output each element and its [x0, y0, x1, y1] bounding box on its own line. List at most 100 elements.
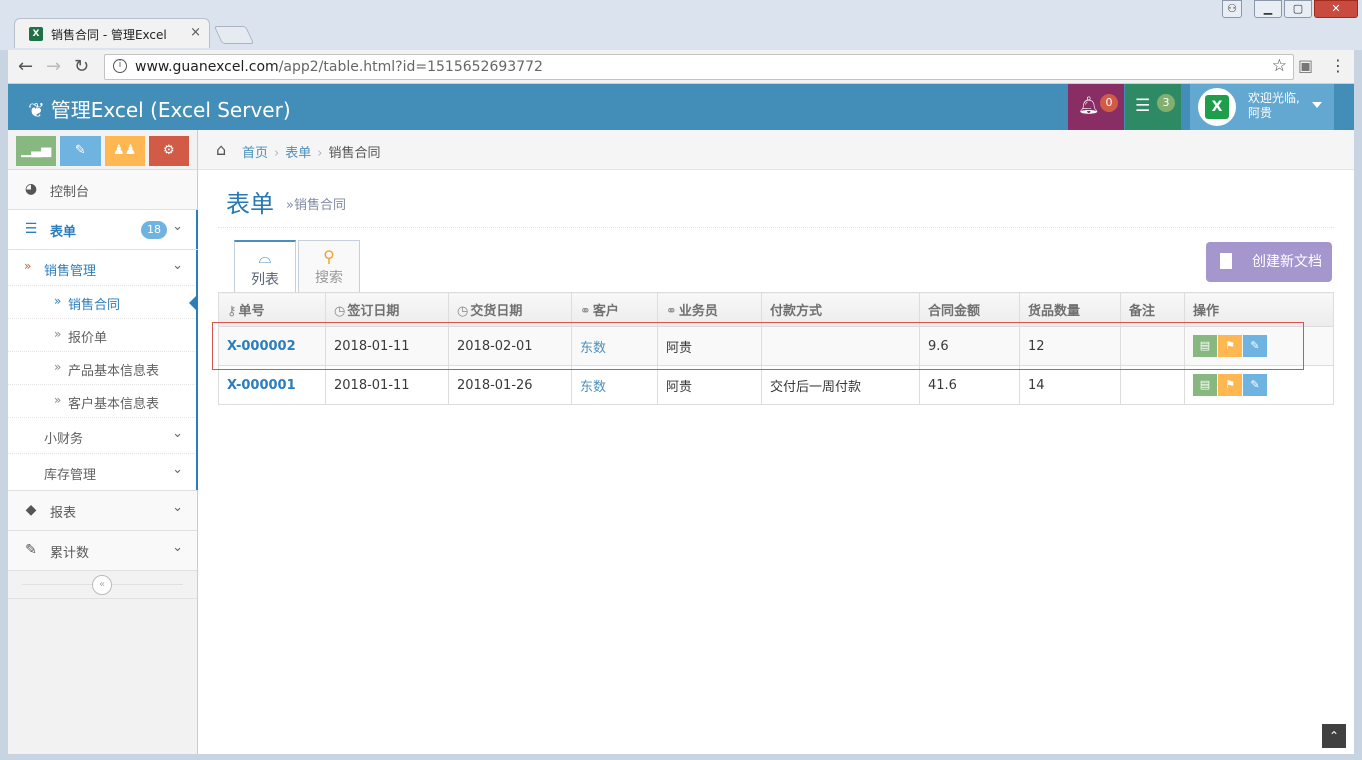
- chevron-down-icon: ⌄: [172, 219, 183, 234]
- sidebar-item-label: 库存管理: [44, 468, 97, 483]
- chevron-down-icon: ⌄: [172, 258, 183, 273]
- table-row[interactable]: X-000001 2018-01-11 2018-01-26 东数 阿贵 交付后…: [218, 365, 1334, 405]
- tasks-button[interactable]: ☰ 3: [1125, 84, 1181, 130]
- col-header-quantity[interactable]: 货品数量: [1019, 292, 1121, 327]
- sidebar-item-product-info[interactable]: » 产品基本信息表: [8, 352, 197, 385]
- link-icon: ⚭: [666, 304, 677, 319]
- sidebar-item-dashboard[interactable]: ◕ 控制台: [8, 170, 197, 210]
- scroll-to-top-icon[interactable]: ⌃: [1322, 724, 1346, 748]
- cell-customer[interactable]: 东数: [571, 365, 658, 405]
- users-shortcut-button[interactable]: ♟♟: [104, 136, 145, 166]
- key-icon: ⚷: [227, 304, 237, 319]
- link-icon: ⚭: [580, 304, 591, 319]
- sidebar-item-forms[interactable]: ☰ 表单 18 ⌄: [8, 210, 198, 250]
- sidebar-item-label: 控制台: [50, 185, 90, 200]
- flag-icon[interactable]: ⚑: [1218, 374, 1242, 396]
- close-window-button[interactable]: ✕: [1314, 0, 1358, 18]
- forward-arrow-icon[interactable]: →: [46, 56, 61, 77]
- create-button-label: 创建新文档: [1252, 254, 1322, 270]
- col-header-customer[interactable]: ⚭ 客户: [571, 292, 658, 327]
- cell-sign-date: 2018-01-11: [325, 326, 449, 366]
- col-header-salesperson[interactable]: ⚭ 业务员: [657, 292, 762, 327]
- col-header-label: 合同金额: [928, 304, 981, 319]
- col-header-label: 客户: [592, 304, 619, 319]
- brand[interactable]: ❦ 管理Excel (Excel Server): [28, 94, 291, 123]
- reload-icon[interactable]: ↻: [74, 56, 89, 77]
- col-header-amount[interactable]: 合同金额: [919, 292, 1020, 327]
- bookmark-star-icon[interactable]: ☆: [1272, 56, 1287, 76]
- search-icon: ⚲: [323, 247, 335, 266]
- sidebar-item-label: 销售合同: [68, 298, 121, 313]
- col-header-id[interactable]: ⚷ 单号: [218, 292, 326, 327]
- edit-icon[interactable]: ✎: [1243, 335, 1267, 357]
- info-icon[interactable]: i: [113, 59, 127, 73]
- back-arrow-icon[interactable]: ←: [18, 56, 33, 77]
- sidebar-item-reports[interactable]: ◆ 报表 ⌄: [8, 491, 197, 531]
- table-row[interactable]: X-000002 2018-01-11 2018-02-01 东数 阿贵 9.6…: [218, 326, 1334, 366]
- cell-amount: 9.6: [919, 326, 1020, 366]
- close-tab-icon[interactable]: ×: [190, 25, 201, 40]
- col-header-label: 备注: [1129, 304, 1156, 319]
- flag-icon[interactable]: ⚑: [1218, 335, 1242, 357]
- address-bar[interactable]: i www.guanexcel.com/app2/table.html?id=1…: [104, 54, 1294, 80]
- pdf-extension-icon[interactable]: ▣: [1298, 56, 1313, 75]
- cell-payment: [761, 326, 920, 366]
- user-menu[interactable]: X 欢迎光临, 阿贵: [1190, 84, 1334, 130]
- col-header-payment[interactable]: 付款方式: [761, 292, 920, 327]
- user-name: 阿贵: [1248, 106, 1273, 120]
- sidebar-item-cumulative[interactable]: ✎ 累计数 ⌄: [8, 531, 197, 571]
- avatar: X: [1198, 88, 1236, 126]
- contracts-table: ⚷ 单号 ◷ 签订日期 ◷ 交货日期 ⚭ 客户 ⚭ 业务员 付款方式 合同金额 货品数量 …: [218, 292, 1334, 405]
- sidebar-item-sales-mgmt[interactable]: » 销售管理 ⌄: [8, 250, 197, 286]
- chevron-down-icon: ⌄: [172, 500, 183, 515]
- cell-salesperson: 阿贵: [657, 365, 762, 405]
- col-header-sign-date[interactable]: ◷ 签订日期: [325, 292, 449, 327]
- profile-icon[interactable]: ⚇: [1222, 0, 1242, 18]
- collapse-sidebar-icon[interactable]: «: [92, 575, 112, 595]
- excel-logo-icon: X: [1205, 95, 1229, 119]
- breadcrumb-home-link[interactable]: 首页: [242, 146, 268, 161]
- new-tab-button[interactable]: [213, 26, 255, 44]
- pencil-shortcut-button[interactable]: ✎: [60, 136, 101, 166]
- cell-customer[interactable]: 东数: [571, 326, 658, 366]
- window-controls: ⚇ ▁ ▢ ✕: [1222, 0, 1358, 20]
- view-document-icon[interactable]: ▤: [1193, 335, 1217, 357]
- maximize-button[interactable]: ▢: [1284, 0, 1312, 18]
- cogs-shortcut-button[interactable]: ⚙: [148, 136, 189, 166]
- notifications-button[interactable]: 🔔︎ 0: [1068, 84, 1124, 130]
- sidebar-shortcuts: ▁▃▅ ✎ ♟♟ ⚙: [8, 130, 197, 170]
- create-document-button[interactable]: 创建新文档: [1206, 242, 1332, 282]
- cell-quantity: 12: [1019, 326, 1121, 366]
- sidebar-item-label: 报表: [50, 506, 77, 521]
- chevron-down-icon: ⌄: [172, 426, 183, 441]
- edit-icon[interactable]: ✎: [1243, 374, 1267, 396]
- col-header-label: 签订日期: [347, 304, 400, 319]
- list-icon: ☰: [24, 221, 38, 237]
- col-header-note[interactable]: 备注: [1120, 292, 1185, 327]
- cell-id[interactable]: X-000001: [218, 365, 326, 405]
- signal-shortcut-button[interactable]: ▁▃▅: [16, 136, 57, 166]
- sidebar-collapse: «: [8, 571, 197, 599]
- navbar: ❦ 管理Excel (Excel Server) 🔔︎ 0 ☰ 3 X 欢迎光临,…: [8, 84, 1354, 130]
- main-content: ⌂ 首页 › 表单 › 销售合同 表单 »销售合同 ⌓ 列表 ⚲ 搜索 创建新文档: [198, 130, 1354, 754]
- sidebar-item-inventory[interactable]: 库存管理 ⌄: [8, 454, 197, 490]
- minimize-button[interactable]: ▁: [1254, 0, 1282, 18]
- browser-tab[interactable]: X 销售合同 - 管理Excel ×: [14, 18, 210, 48]
- cell-id[interactable]: X-000002: [218, 326, 326, 366]
- sidebar-item-customer-info[interactable]: » 客户基本信息表: [8, 385, 197, 418]
- sidebar-item-quote[interactable]: » 报价单: [8, 319, 197, 352]
- menu-dots-icon[interactable]: ⋮: [1330, 56, 1346, 75]
- sidebar-item-sales-contract[interactable]: » 销售合同: [8, 286, 198, 319]
- view-document-icon[interactable]: ▤: [1193, 374, 1217, 396]
- forms-submenu: » 销售管理 ⌄ » 销售合同 » 报价单 » 产品基本信息表 » 客户基本信息…: [8, 250, 198, 491]
- window-border-right: [1354, 50, 1362, 760]
- sidebar-item-small-finance[interactable]: 小财务 ⌄: [8, 418, 197, 454]
- page-header: 表单 »销售合同: [218, 182, 1334, 228]
- tab-search[interactable]: ⚲ 搜索: [298, 240, 360, 292]
- col-header-label: 交货日期: [470, 304, 523, 319]
- app-window: ❦ 管理Excel (Excel Server) 🔔︎ 0 ☰ 3 X 欢迎光临,…: [8, 84, 1354, 754]
- col-header-delivery-date[interactable]: ◷ 交货日期: [448, 292, 572, 327]
- breadcrumb-forms-link[interactable]: 表单: [285, 146, 311, 161]
- clock-icon: ◷: [334, 304, 346, 319]
- tab-list[interactable]: ⌓ 列表: [234, 240, 296, 292]
